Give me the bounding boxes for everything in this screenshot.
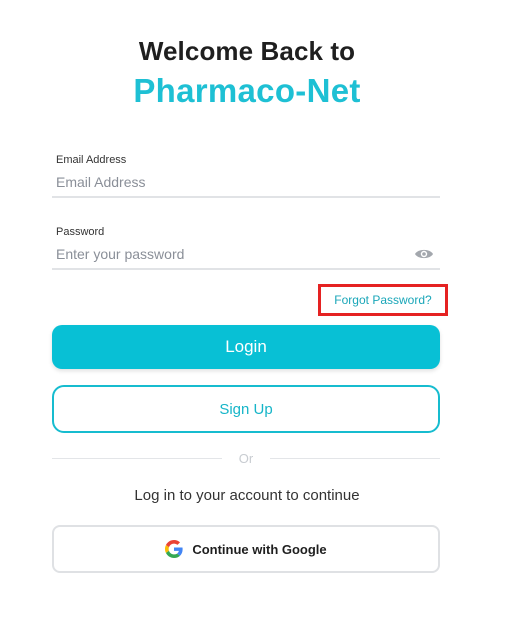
forgot-password-link[interactable]: Forgot Password? [318, 284, 448, 316]
password-label: Password [56, 226, 105, 238]
welcome-heading: Welcome Back to [138, 36, 356, 66]
email-field-group: Email Address [52, 154, 440, 202]
email-input[interactable] [52, 168, 440, 198]
login-button[interactable]: Login [52, 325, 440, 369]
google-button-label: Continue with Google [192, 541, 327, 557]
password-input[interactable] [52, 240, 440, 270]
eye-icon[interactable] [414, 247, 434, 261]
google-icon [165, 540, 183, 558]
brand-title: Pharmaco-Net [133, 72, 361, 109]
divider-line-left [52, 458, 222, 459]
login-prompt-text: Log in to your account to continue [134, 487, 360, 504]
login-page: Welcome Back to Pharmaco-Net Email Addre… [0, 0, 506, 620]
divider-line-right [270, 458, 440, 459]
password-field-group: Password [52, 226, 440, 274]
continue-with-google-button[interactable]: Continue with Google [52, 525, 440, 573]
divider-or-text: Or [238, 451, 254, 466]
email-label: Email Address [56, 154, 127, 166]
sign-up-button[interactable]: Sign Up [52, 385, 440, 433]
